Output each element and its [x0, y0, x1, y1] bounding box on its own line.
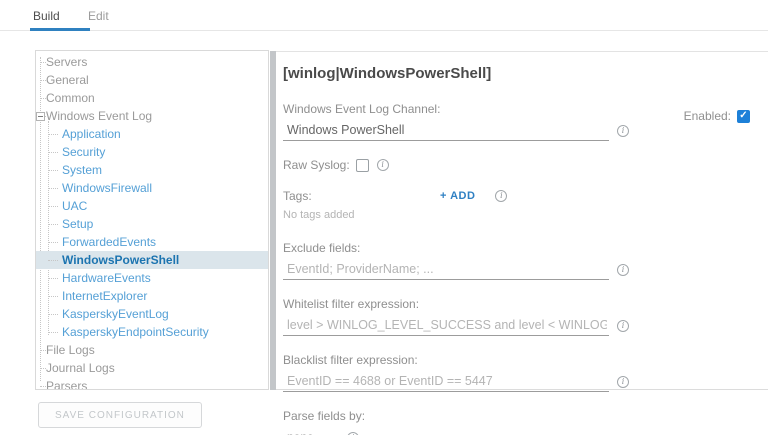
sidebar-item-kasperskyendpointsecurity[interactable]: KasperskyEndpointSecurity: [36, 323, 268, 341]
blacklist-filter-label: Blacklist filter expression:: [283, 353, 418, 367]
raw-syslog-field: Raw Syslog: i: [283, 158, 752, 172]
raw-syslog-checkbox[interactable]: [355, 158, 369, 172]
exclude-fields-input[interactable]: [283, 260, 609, 280]
sidebar-item-system[interactable]: System: [36, 161, 268, 179]
enabled-checkbox[interactable]: ✓: [737, 109, 750, 123]
sidebar-item-file-logs[interactable]: File Logs: [36, 341, 268, 359]
tags-empty-text: No tags added: [283, 209, 355, 221]
sidebar-item-label: KasperskyEventLog: [62, 307, 169, 321]
sidebar-item-journal-logs[interactable]: Journal Logs: [36, 359, 268, 377]
enabled-field: Enabled: ✓: [684, 109, 750, 123]
sidebar-item-hardwareevents[interactable]: HardwareEvents: [36, 269, 268, 287]
save-configuration-button[interactable]: SAVE CONFIGURATION: [38, 402, 202, 428]
page-title: [winlog|WindowsPowerShell]: [283, 65, 492, 82]
sidebar-item-label: General: [46, 73, 89, 87]
sidebar-item-common[interactable]: Common: [36, 89, 268, 107]
sidebar-item-label: HardwareEvents: [62, 271, 151, 285]
info-icon[interactable]: i: [617, 125, 629, 137]
sidebar-item-label: Security: [62, 145, 106, 159]
sidebar-item-label: Journal Logs: [46, 361, 115, 375]
collapse-icon[interactable]: [36, 112, 45, 121]
sidebar-item-setup[interactable]: Setup: [36, 215, 268, 233]
config-detail-panel: [winlog|WindowsPowerShell] Windows Event…: [276, 51, 768, 435]
sidebar-item-label: Common: [46, 91, 95, 105]
parse-fields-select[interactable]: none: [283, 428, 340, 435]
channel-label: Windows Event Log Channel:: [283, 102, 441, 116]
enabled-label: Enabled:: [683, 109, 731, 123]
tags-label: Tags:: [283, 189, 312, 203]
tab-build[interactable]: Build: [33, 9, 60, 23]
sidebar-item-label: Parsers: [46, 379, 88, 390]
info-icon[interactable]: i: [617, 320, 629, 332]
tags-field-group: Tags: + ADD i No tags added: [283, 189, 752, 221]
sidebar-item-label: System: [62, 163, 103, 177]
whitelist-filter-input[interactable]: [283, 316, 609, 336]
sidebar-item-uac[interactable]: UAC: [36, 197, 268, 215]
tab-edit[interactable]: Edit: [88, 9, 109, 23]
channel-input[interactable]: [283, 121, 609, 141]
exclude-fields-group: Exclude fields: i: [283, 241, 752, 280]
sidebar-item-kasperskyeventlog[interactable]: KasperskyEventLog: [36, 305, 268, 323]
sidebar-item-general[interactable]: General: [36, 71, 268, 89]
sidebar-item-security[interactable]: Security: [36, 143, 268, 161]
blacklist-filter-input[interactable]: [283, 372, 609, 392]
sidebar-item-windowspowershell-selected[interactable]: WindowsPowerShell: [36, 251, 268, 269]
sidebar-item-label: Windows Event Log: [46, 109, 153, 123]
parse-fields-value: none: [287, 430, 314, 435]
sidebar-item-label: InternetExplorer: [62, 289, 148, 303]
config-tree-panel: Servers General Common Windows Event Log…: [35, 50, 269, 390]
info-icon[interactable]: i: [495, 190, 508, 202]
sidebar-item-application[interactable]: Application: [36, 125, 268, 143]
active-tab-indicator: [30, 28, 90, 31]
add-tag-button[interactable]: + ADD: [440, 190, 475, 202]
sidebar-item-label: KasperskyEndpointSecurity: [62, 325, 209, 339]
sidebar-item-label: Application: [62, 127, 121, 141]
sidebar-item-label: WindowsPowerShell: [62, 253, 180, 267]
blacklist-filter-group: Blacklist filter expression: i: [283, 353, 752, 392]
parse-fields-group: Parse fields by: none i: [283, 409, 752, 435]
whitelist-filter-group: Whitelist filter expression: i: [283, 297, 752, 336]
sidebar-item-servers[interactable]: Servers: [36, 53, 268, 71]
whitelist-filter-label: Whitelist filter expression:: [283, 297, 420, 311]
exclude-fields-label: Exclude fields:: [283, 241, 361, 255]
info-icon[interactable]: i: [617, 264, 629, 276]
channel-field-group: Windows Event Log Channel: i: [283, 102, 752, 141]
raw-syslog-label: Raw Syslog:: [283, 158, 350, 172]
sidebar-item-label: WindowsFirewall: [62, 181, 153, 195]
sidebar-item-internetexplorer[interactable]: InternetExplorer: [36, 287, 268, 305]
sidebar-item-label: UAC: [62, 199, 88, 213]
parse-fields-label: Parse fields by:: [283, 409, 366, 423]
sidebar-item-forwardedevents[interactable]: ForwardedEvents: [36, 233, 268, 251]
sidebar-item-label: File Logs: [46, 343, 95, 357]
sidebar-item-parsers[interactable]: Parsers: [36, 377, 268, 390]
sidebar-item-windows-event-log[interactable]: Windows Event Log: [36, 107, 268, 125]
chevron-down-icon: [329, 430, 340, 435]
info-icon[interactable]: i: [617, 376, 629, 388]
info-icon[interactable]: i: [376, 159, 389, 171]
tab-bar: Build Edit: [0, 0, 768, 31]
sidebar-item-label: ForwardedEvents: [62, 235, 157, 249]
sidebar-item-label: Servers: [46, 55, 88, 69]
sidebar-item-windowsfirewall[interactable]: WindowsFirewall: [36, 179, 268, 197]
sidebar-item-label: Setup: [62, 217, 94, 231]
check-icon: ✓: [739, 110, 748, 121]
